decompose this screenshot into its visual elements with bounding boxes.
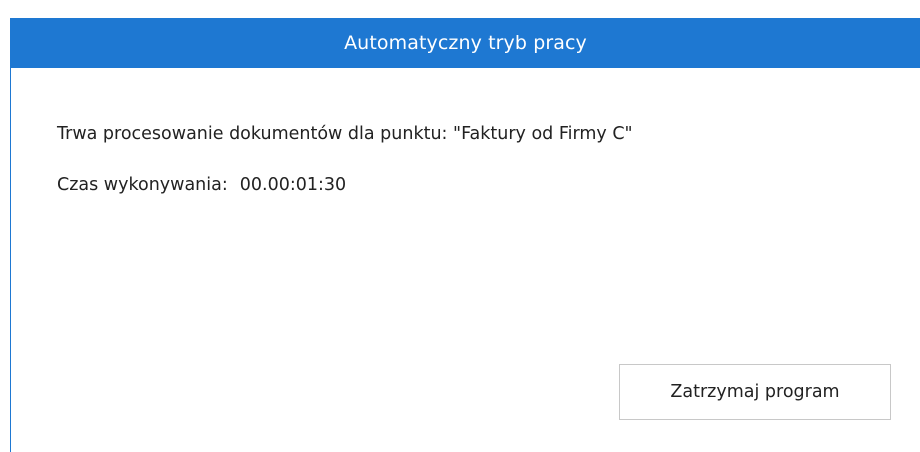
processing-status-text: Trwa procesowanie dokumentów dla punktu:… xyxy=(57,124,633,144)
elapsed-time-label: Czas wykonywania: xyxy=(57,175,228,195)
dialog-titlebar: Automatyczny tryb pracy xyxy=(11,18,920,68)
automatic-mode-dialog: Automatyczny tryb pracy Trwa procesowani… xyxy=(10,18,920,452)
elapsed-time-row: Czas wykonywania: 00.00:01:30 xyxy=(57,175,346,195)
dialog-content: Trwa procesowanie dokumentów dla punktu:… xyxy=(11,68,920,452)
elapsed-time-value: 00.00:01:30 xyxy=(239,175,347,195)
stop-program-button[interactable]: Zatrzymaj program xyxy=(619,364,891,420)
dialog-title: Automatyczny tryb pracy xyxy=(344,32,587,54)
